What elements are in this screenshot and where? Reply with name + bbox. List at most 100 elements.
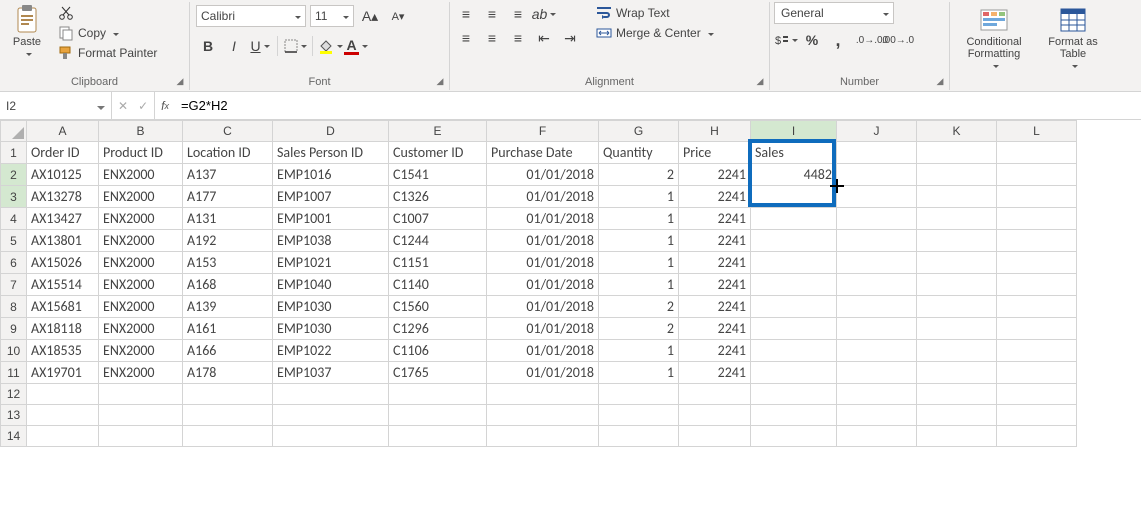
cell[interactable]: 01/01/2018: [487, 208, 599, 230]
align-bottom-button[interactable]: ≡: [506, 2, 530, 26]
dialog-launcher-icon[interactable]: ◢: [934, 75, 946, 87]
cell[interactable]: [837, 296, 917, 318]
cell[interactable]: [487, 426, 599, 447]
cell[interactable]: 4482: [751, 164, 837, 186]
underline-button[interactable]: U: [248, 34, 272, 58]
cell[interactable]: A153: [183, 252, 273, 274]
cell[interactable]: [997, 426, 1077, 447]
cell[interactable]: AX13427: [27, 208, 99, 230]
cell[interactable]: [997, 296, 1077, 318]
cell[interactable]: [997, 230, 1077, 252]
cell[interactable]: [599, 426, 679, 447]
format-as-table-button[interactable]: Format as Table: [1038, 2, 1108, 72]
column-header[interactable]: J: [837, 121, 917, 142]
cell[interactable]: C1326: [389, 186, 487, 208]
accounting-format-button[interactable]: $: [774, 28, 798, 52]
cell[interactable]: [917, 384, 997, 405]
row-header[interactable]: 10: [1, 340, 27, 362]
number-format-combobox[interactable]: General: [774, 2, 894, 24]
cell[interactable]: C1106: [389, 340, 487, 362]
align-left-button[interactable]: ≡: [454, 26, 478, 50]
cell[interactable]: [751, 252, 837, 274]
cell[interactable]: [997, 142, 1077, 164]
dialog-launcher-icon[interactable]: ◢: [174, 75, 186, 87]
column-header[interactable]: H: [679, 121, 751, 142]
column-header[interactable]: C: [183, 121, 273, 142]
cell[interactable]: C1296: [389, 318, 487, 340]
cell[interactable]: [183, 405, 273, 426]
row-header[interactable]: 7: [1, 274, 27, 296]
cell[interactable]: 1: [599, 340, 679, 362]
cell[interactable]: 2241: [679, 164, 751, 186]
cell[interactable]: AX13801: [27, 230, 99, 252]
cell[interactable]: 2241: [679, 296, 751, 318]
cell[interactable]: [273, 405, 389, 426]
cell[interactable]: [917, 318, 997, 340]
cell[interactable]: [27, 384, 99, 405]
format-painter-button[interactable]: Format Painter: [54, 44, 161, 62]
cell[interactable]: 01/01/2018: [487, 362, 599, 384]
cell[interactable]: 01/01/2018: [487, 186, 599, 208]
cell[interactable]: C1007: [389, 208, 487, 230]
decrease-decimal-button[interactable]: .00→.0: [886, 28, 910, 52]
increase-font-button[interactable]: A▴: [358, 4, 382, 28]
cell[interactable]: [751, 318, 837, 340]
cell[interactable]: 01/01/2018: [487, 318, 599, 340]
cell[interactable]: [997, 252, 1077, 274]
cell[interactable]: 2: [599, 318, 679, 340]
fill-handle[interactable]: [830, 179, 844, 193]
cell[interactable]: 01/01/2018: [487, 252, 599, 274]
cell[interactable]: 1: [599, 230, 679, 252]
cell[interactable]: [997, 164, 1077, 186]
dialog-launcher-icon[interactable]: ◢: [434, 75, 446, 87]
comma-button[interactable]: ,: [826, 28, 850, 52]
cell[interactable]: [99, 426, 183, 447]
cell[interactable]: [917, 405, 997, 426]
cell[interactable]: C1151: [389, 252, 487, 274]
conditional-formatting-button[interactable]: Conditional Formatting: [954, 2, 1034, 72]
cell[interactable]: 2241: [679, 208, 751, 230]
cell[interactable]: [599, 405, 679, 426]
row-header[interactable]: 5: [1, 230, 27, 252]
cell[interactable]: C1244: [389, 230, 487, 252]
cell[interactable]: [837, 405, 917, 426]
increase-indent-button[interactable]: ⇥: [558, 26, 582, 50]
cell[interactable]: AX15026: [27, 252, 99, 274]
cell[interactable]: [751, 340, 837, 362]
cell[interactable]: [917, 208, 997, 230]
cell[interactable]: [917, 340, 997, 362]
cell[interactable]: [183, 426, 273, 447]
cell[interactable]: [837, 208, 917, 230]
column-header[interactable]: B: [99, 121, 183, 142]
fill-color-button[interactable]: [318, 34, 342, 58]
cell[interactable]: [751, 230, 837, 252]
cell[interactable]: [27, 405, 99, 426]
cell[interactable]: [837, 340, 917, 362]
bold-button[interactable]: B: [196, 34, 220, 58]
cell[interactable]: 1: [599, 362, 679, 384]
cell[interactable]: [837, 230, 917, 252]
cell[interactable]: [487, 384, 599, 405]
cell[interactable]: ENX2000: [99, 340, 183, 362]
cell[interactable]: [273, 426, 389, 447]
cell[interactable]: 1: [599, 274, 679, 296]
cell[interactable]: [273, 384, 389, 405]
cell[interactable]: [917, 274, 997, 296]
cell[interactable]: AX15514: [27, 274, 99, 296]
cell[interactable]: 2241: [679, 340, 751, 362]
cell[interactable]: 2: [599, 296, 679, 318]
font-size-combobox[interactable]: 11: [310, 5, 354, 27]
cell[interactable]: [99, 384, 183, 405]
column-header[interactable]: I: [751, 121, 837, 142]
cell[interactable]: [751, 274, 837, 296]
cell[interactable]: AX15681: [27, 296, 99, 318]
cell[interactable]: 01/01/2018: [487, 164, 599, 186]
cell[interactable]: [99, 405, 183, 426]
cell[interactable]: A168: [183, 274, 273, 296]
cell[interactable]: 1: [599, 186, 679, 208]
cell[interactable]: ENX2000: [99, 164, 183, 186]
cell[interactable]: A137: [183, 164, 273, 186]
formula-input[interactable]: [175, 92, 1141, 119]
cell[interactable]: [751, 296, 837, 318]
copy-button[interactable]: Copy: [54, 24, 161, 42]
